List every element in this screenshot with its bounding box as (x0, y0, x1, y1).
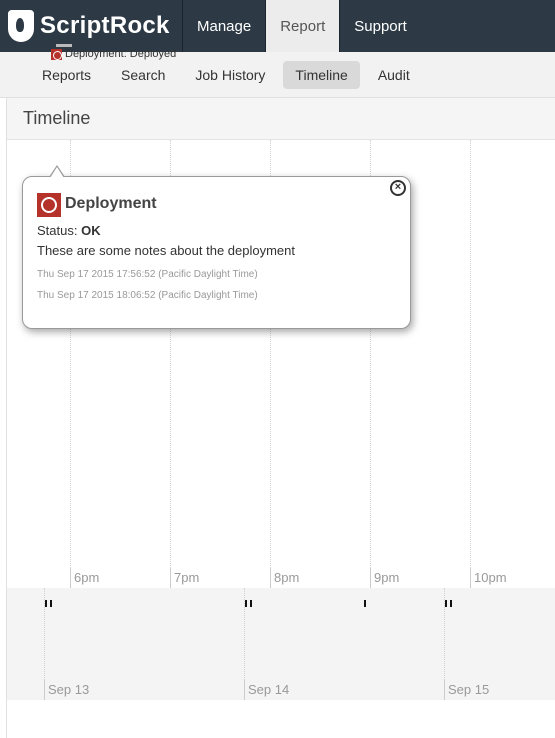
overview-marker (450, 600, 452, 607)
tab-audit[interactable]: Audit (366, 61, 422, 89)
event-popup: × Deployment Status: OK These are some n… (22, 165, 411, 329)
day-label: Sep 14 (244, 680, 289, 700)
popup-notes: These are some notes about the deploymen… (37, 243, 295, 258)
deployment-icon (37, 193, 61, 217)
day-label: Sep 15 (444, 680, 489, 700)
tab-search[interactable]: Search (109, 61, 177, 89)
hour-label: 9pm (370, 568, 399, 588)
brand-name: ScriptRock (40, 12, 170, 39)
top-nav: Manage Report Support (182, 0, 421, 52)
deployment-icon (51, 48, 62, 60)
hour-gridline (470, 140, 471, 588)
status-value: OK (81, 223, 101, 238)
nav-report[interactable]: Report (265, 0, 340, 52)
overview-marker (364, 600, 366, 607)
panel-header: Timeline (7, 98, 555, 140)
overview-marker (250, 600, 252, 607)
tab-timeline[interactable]: Timeline (283, 61, 360, 89)
timeline-event[interactable]: Deployment: Deployed (51, 48, 176, 60)
popup-start-time: Thu Sep 17 2015 17:56:52 (Pacific Daylig… (37, 269, 258, 280)
popup-end-time: Thu Sep 17 2015 18:06:52 (Pacific Daylig… (37, 290, 258, 301)
brand-logo[interactable]: ScriptRock (8, 8, 170, 44)
hour-label: 8pm (270, 568, 299, 588)
overview-marker (445, 600, 447, 607)
status-label: Status: (37, 223, 78, 238)
day-label: Sep 13 (44, 680, 89, 700)
popup-status: Status: OK (37, 223, 101, 238)
timeline-overview[interactable]: Sep 13 Sep 14 Sep 15 (7, 588, 555, 700)
event-duration-bar (56, 44, 72, 47)
shield-icon (8, 10, 34, 42)
nav-support[interactable]: Support (339, 0, 421, 52)
hour-label: 6pm (70, 568, 99, 588)
top-navbar: ScriptRock Manage Report Support (0, 0, 555, 52)
tab-job-history[interactable]: Job History (183, 61, 277, 89)
tab-reports[interactable]: Reports (30, 61, 103, 89)
popup-title: Deployment (65, 195, 157, 212)
page-title: Timeline (23, 108, 91, 128)
popup-arrow-inner (50, 167, 64, 178)
overview-marker (245, 600, 247, 607)
close-icon[interactable]: × (390, 180, 406, 196)
overview-marker (50, 600, 52, 607)
nav-manage[interactable]: Manage (182, 0, 265, 52)
overview-marker (45, 600, 47, 607)
hour-label: 7pm (170, 568, 199, 588)
hour-label: 10pm (470, 568, 507, 588)
event-label: Deployment: Deployed (65, 48, 177, 60)
